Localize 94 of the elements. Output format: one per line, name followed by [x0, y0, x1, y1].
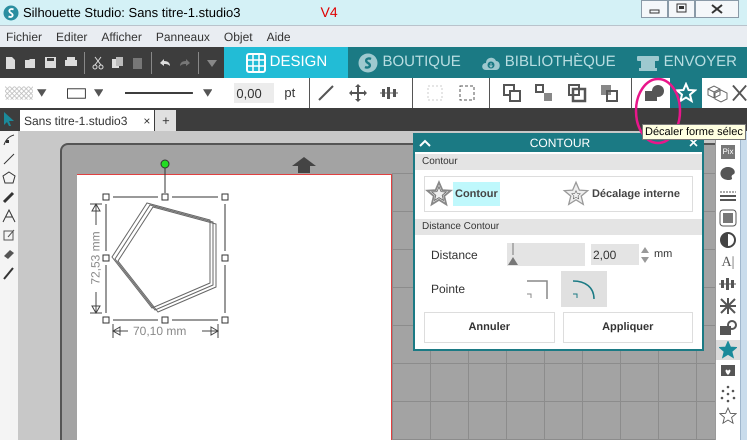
shapes-icon: [719, 319, 737, 337]
tooltip: Décaler forme sélec: [642, 124, 746, 140]
contour-option[interactable]: Contour: [425, 177, 500, 211]
menu-item[interactable]: Fichier: [6, 28, 42, 46]
unit-label: pt: [284, 84, 296, 102]
star-icon: [674, 82, 697, 104]
dimension-arrow: [90, 292, 102, 314]
half-circle-icon: [719, 231, 737, 249]
menu-item[interactable]: Editer: [56, 28, 88, 46]
window-title: Silhouette Studio: Sans titre-1.studio3: [23, 4, 241, 22]
maximize-button[interactable]: [668, 0, 695, 18]
selection-handles[interactable]: [102, 194, 228, 324]
menu-item[interactable]: Panneaux: [156, 28, 210, 46]
star-inset-icon: [562, 180, 590, 208]
line-width-field[interactable]: 0,00: [234, 83, 274, 103]
cubes-icon: [706, 83, 728, 103]
width-dimension: 70,10 mm: [133, 324, 186, 338]
layer-icon: [598, 83, 619, 103]
select-arrow-icon[interactable]: [2, 111, 16, 127]
menu-item[interactable]: Aide: [266, 28, 291, 46]
copy-icon[interactable]: [111, 56, 125, 70]
move-arrows-icon: [348, 83, 368, 103]
asterisk-icon: [719, 297, 737, 315]
new-tab-button[interactable]: +: [155, 110, 176, 131]
edit-box-icon[interactable]: [2, 228, 16, 242]
up-arrow-icon: [292, 157, 316, 173]
arrange-icon: [534, 83, 554, 103]
star-icon: [719, 341, 737, 359]
node-edit-icon[interactable]: [2, 133, 16, 147]
save-icon[interactable]: [44, 56, 58, 70]
weld-shape-icon: [644, 83, 664, 103]
dimension-arrow: [202, 324, 219, 338]
fill-square-icon: [719, 209, 737, 227]
text-tool-icon[interactable]: [2, 209, 16, 223]
rotate-handle[interactable]: [160, 160, 170, 168]
field-label: Pointe: [431, 281, 466, 298]
line-tool-icon[interactable]: [2, 152, 16, 166]
height-dimension: 72,53 mm: [88, 231, 103, 285]
caret-icon[interactable]: [202, 89, 212, 97]
group-icon: [425, 83, 446, 103]
offset-button[interactable]: [670, 78, 702, 108]
rounded-corner-icon: [573, 278, 595, 300]
dimension-arrow: [90, 203, 102, 226]
star-outline-icon: [425, 180, 453, 208]
panel-title: CONTOUR: [528, 134, 592, 152]
caret-icon[interactable]: [37, 89, 47, 97]
menu-item[interactable]: Objet: [224, 28, 253, 46]
caret-icon[interactable]: [94, 89, 104, 97]
panel-button[interactable]: Annuler: [424, 312, 554, 343]
knife-icon[interactable]: [2, 266, 16, 280]
diagonal-line-icon: [316, 83, 336, 103]
panel-button[interactable]: Appliquer: [562, 312, 693, 343]
bring-front-icon: [502, 83, 522, 103]
new-file-icon[interactable]: [4, 56, 18, 70]
version-label: V4: [320, 3, 338, 22]
minimize-button[interactable]: [641, 0, 668, 18]
app-logo-icon: [3, 4, 19, 20]
close-button[interactable]: [695, 0, 739, 18]
dots-icon: [719, 385, 737, 403]
panel-button[interactable]: [716, 406, 740, 426]
logo-icon: [358, 52, 378, 72]
menu-item[interactable]: Afficher: [101, 28, 142, 46]
pentagon-drawing[interactable]: [111, 202, 216, 313]
eraser-icon[interactable]: [2, 247, 16, 261]
stroke-box-icon[interactable]: [66, 88, 86, 98]
field-label: Distance: [431, 246, 479, 264]
palette-icon: [719, 165, 737, 183]
unit-label: mm: [654, 247, 672, 262]
panel-button[interactable]: Pix: [716, 142, 740, 162]
dimension-arrow: [112, 324, 128, 338]
collapse-icon[interactable]: [419, 138, 431, 146]
panel-button[interactable]: A|: [716, 252, 740, 272]
section-header: Contour: [415, 154, 702, 170]
distance-field[interactable]: 2,00: [591, 244, 639, 265]
align-icon: [719, 275, 737, 293]
document-tab[interactable]: Sans titre-1.studio3 ×: [20, 110, 154, 131]
close-icon[interactable]: [732, 84, 747, 102]
contour-option[interactable]: Décalage interne: [562, 177, 682, 211]
pencil-icon[interactable]: [2, 190, 16, 204]
scissors-icon[interactable]: [91, 56, 105, 70]
pentagon-tool-icon[interactable]: [2, 171, 16, 185]
section-header: Distance Contour: [415, 219, 702, 235]
paste-icon[interactable]: [131, 56, 145, 70]
tab-close-button[interactable]: ×: [143, 112, 150, 130]
spinner-icon[interactable]: [641, 246, 649, 264]
distance-slider[interactable]: [507, 243, 585, 266]
square-corner-icon: [527, 278, 549, 300]
grid-icon: [246, 52, 266, 72]
send-back-icon: [566, 83, 586, 103]
line-style-icon[interactable]: [125, 91, 193, 95]
corner-option[interactable]: [561, 271, 607, 307]
star-outline-icon: [719, 407, 737, 425]
highlight-ellipse: [633, 76, 683, 146]
ungroup-icon: [457, 83, 478, 103]
